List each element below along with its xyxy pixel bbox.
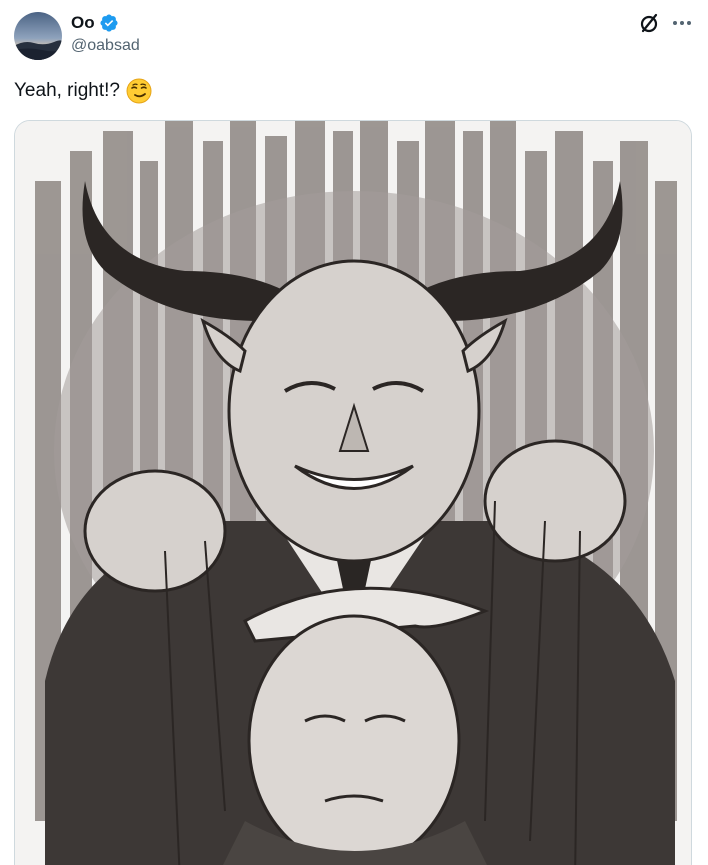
verified-badge-icon [99, 13, 119, 33]
author-name-row: Oo [71, 12, 119, 34]
display-name[interactable]: Oo [71, 13, 95, 33]
slashed-circle-icon[interactable] [637, 11, 661, 35]
tweet-card: Oo @oabsad Yeah, right!? [0, 0, 708, 865]
tweet-body: Yeah, right!? [14, 80, 120, 101]
tweet-media-image[interactable] [14, 120, 692, 865]
avatar-sunset-icon [14, 12, 62, 60]
caricature-illustration [15, 121, 691, 865]
avatar[interactable] [14, 12, 62, 60]
author-handle[interactable]: @oabsad [71, 37, 140, 55]
tweet-text: Yeah, right!? [14, 78, 152, 104]
smirking-face-emoji [126, 78, 152, 104]
more-dots-icon[interactable] [670, 11, 694, 35]
